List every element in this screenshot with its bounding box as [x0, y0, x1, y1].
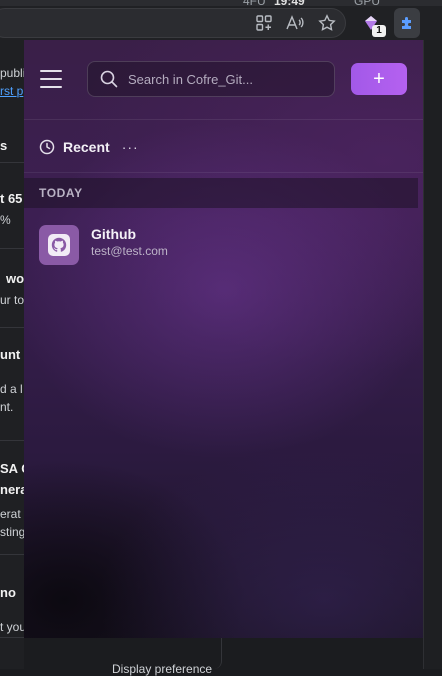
section-divider [24, 172, 423, 173]
clock-icon [39, 139, 55, 155]
bg-text: nt. [0, 400, 14, 414]
bg-divider [0, 248, 24, 249]
top-strip-text-left: 4FU [243, 0, 266, 8]
bg-heading: SA G [0, 461, 24, 476]
bg-divider [0, 162, 24, 163]
top-strip-time: 19:49 [274, 0, 305, 8]
bg-bottom-text: Display preference [112, 662, 213, 676]
bg-divider [0, 554, 24, 555]
read-aloud-icon[interactable] [284, 12, 306, 34]
browser-toolbar: 4FU 19:49 GPU 1 [0, 0, 442, 40]
item-title: Github [91, 226, 137, 242]
vault-item-github[interactable]: Github test@test.com [24, 220, 418, 270]
bg-text: erat [0, 507, 21, 521]
bg-text: ur to [0, 293, 24, 307]
browser-right-edge [423, 40, 442, 669]
bg-text: t you [0, 620, 24, 634]
extensions-puzzle-icon[interactable] [396, 12, 418, 34]
bg-text: sting [0, 525, 24, 539]
bg-text: % [0, 213, 11, 227]
bg-text: publi [0, 66, 24, 80]
group-header-today: TODAY [24, 178, 418, 208]
bg-heading: no [0, 585, 16, 600]
github-icon [39, 225, 79, 265]
search-box[interactable] [87, 61, 335, 97]
bg-divider [0, 327, 24, 328]
bg-heading: s [0, 138, 8, 153]
grid-plus-icon[interactable] [253, 12, 275, 34]
header-divider [24, 119, 423, 120]
bg-heading: unt [0, 347, 21, 362]
password-manager-popup: + Recent ··· TODAY Github test@test.com [24, 40, 423, 638]
bg-link[interactable]: rst p [0, 84, 23, 98]
top-strip-text-right: GPU [354, 0, 381, 8]
search-icon [100, 70, 118, 88]
group-header-label: TODAY [39, 186, 83, 200]
bg-text: d a l [0, 382, 23, 396]
item-subtitle: test@test.com [91, 244, 168, 258]
recent-label: Recent [63, 139, 110, 155]
recent-more-button[interactable]: ··· [122, 139, 139, 155]
bg-heading: wo [6, 271, 24, 286]
search-input[interactable] [128, 71, 328, 87]
bg-heading: nera [0, 482, 24, 497]
top-strip: 4FU 19:49 GPU [0, 0, 442, 8]
extension-badge: 1 [372, 25, 386, 37]
bg-divider [0, 440, 24, 441]
recent-section-header: Recent ··· [39, 137, 139, 157]
background-page: publi rst p s t 65 % wo ur to unt d a l … [0, 40, 24, 669]
favorite-star-icon[interactable] [316, 12, 338, 34]
bg-text: t 65 [0, 191, 23, 206]
menu-icon[interactable] [40, 70, 62, 88]
add-item-button[interactable]: + [351, 63, 407, 95]
